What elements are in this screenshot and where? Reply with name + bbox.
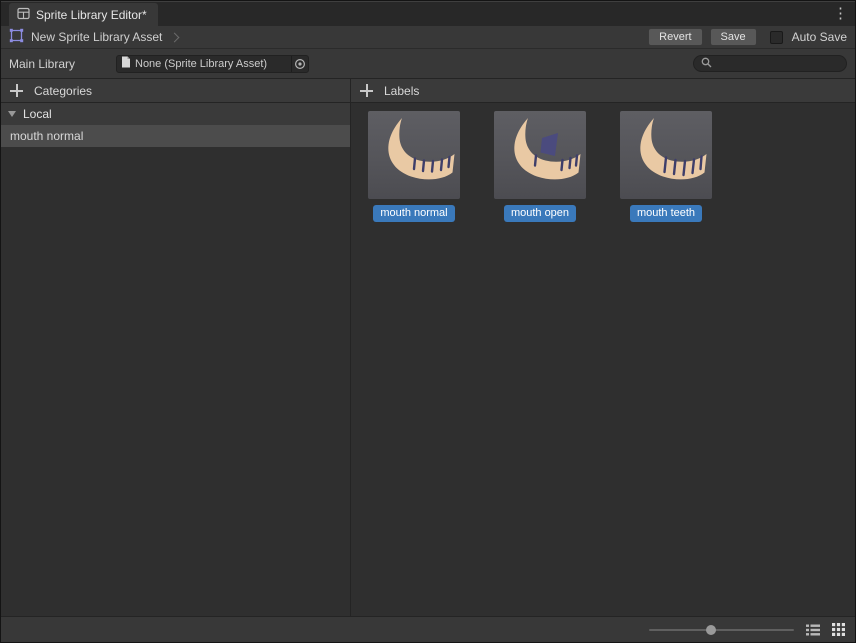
tab-strip: Sprite Library Editor* ⋮ (1, 1, 855, 26)
main-library-object-field[interactable]: None (Sprite Library Asset) (116, 55, 309, 73)
object-picker-icon[interactable] (291, 56, 308, 72)
add-label-icon[interactable] (360, 84, 373, 97)
breadcrumb-chevron-icon (170, 32, 180, 42)
category-item-label: mouth normal (10, 129, 83, 143)
auto-save-checkbox[interactable] (770, 31, 783, 44)
main-library-label: Main Library (9, 57, 116, 71)
foldout-arrow-icon[interactable] (8, 111, 16, 117)
category-item-mouth-normal[interactable]: mouth normal (1, 125, 350, 147)
list-view-icon[interactable] (805, 622, 820, 637)
label-item-mouth-normal[interactable]: mouth normal (368, 111, 460, 222)
label-item-mouth-teeth[interactable]: mouth teeth (620, 111, 712, 222)
categories-title: Categories (34, 84, 92, 98)
mouth-teeth-sprite[interactable] (620, 111, 712, 199)
labels-grid: mouth normal (351, 103, 855, 222)
sprite-library-asset-icon (9, 28, 24, 46)
tab-sprite-library-editor[interactable]: Sprite Library Editor* (9, 3, 158, 26)
save-button[interactable]: Save (710, 28, 757, 46)
toolbar: New Sprite Library Asset Revert Save Aut… (1, 26, 855, 49)
revert-button[interactable]: Revert (648, 28, 702, 46)
auto-save-label: Auto Save (792, 30, 847, 44)
zoom-slider[interactable] (649, 623, 794, 637)
search-icon (701, 57, 712, 71)
sprite-library-editor-window: Sprite Library Editor* ⋮ New Sprite Libr… (0, 0, 856, 643)
label-item-mouth-open[interactable]: mouth open (494, 111, 586, 222)
labels-panel: Labels (351, 79, 855, 616)
window-menu-icon[interactable]: ⋮ (833, 5, 848, 23)
mouth-open-sprite[interactable] (494, 111, 586, 199)
label-name-badge[interactable]: mouth teeth (630, 205, 702, 222)
add-category-icon[interactable] (10, 84, 23, 97)
breadcrumb[interactable]: New Sprite Library Asset (31, 30, 162, 44)
local-group-row[interactable]: Local (1, 103, 350, 125)
panels: Categories Local mouth normal Labels (1, 78, 855, 616)
zoom-slider-handle[interactable] (706, 625, 716, 635)
zoom-slider-track[interactable] (649, 629, 794, 631)
labels-title: Labels (384, 84, 419, 98)
tab-title: Sprite Library Editor* (36, 8, 147, 22)
categories-header: Categories (1, 79, 350, 103)
bottom-bar (1, 616, 855, 642)
categories-panel: Categories Local mouth normal (1, 79, 351, 616)
label-name-badge[interactable]: mouth open (504, 205, 576, 222)
sprite-library-editor-icon (17, 7, 30, 23)
search-field[interactable] (693, 55, 847, 72)
grid-view-icon[interactable] (831, 622, 846, 637)
mouth-normal-sprite[interactable] (368, 111, 460, 199)
labels-header: Labels (351, 79, 855, 103)
object-field-value: None (Sprite Library Asset) (131, 58, 291, 70)
local-group-label: Local (23, 107, 52, 121)
main-library-row: Main Library None (Sprite Library Asset) (1, 49, 855, 78)
search-input[interactable] (717, 58, 839, 70)
asset-file-icon (121, 56, 131, 71)
label-name-badge[interactable]: mouth normal (373, 205, 454, 222)
